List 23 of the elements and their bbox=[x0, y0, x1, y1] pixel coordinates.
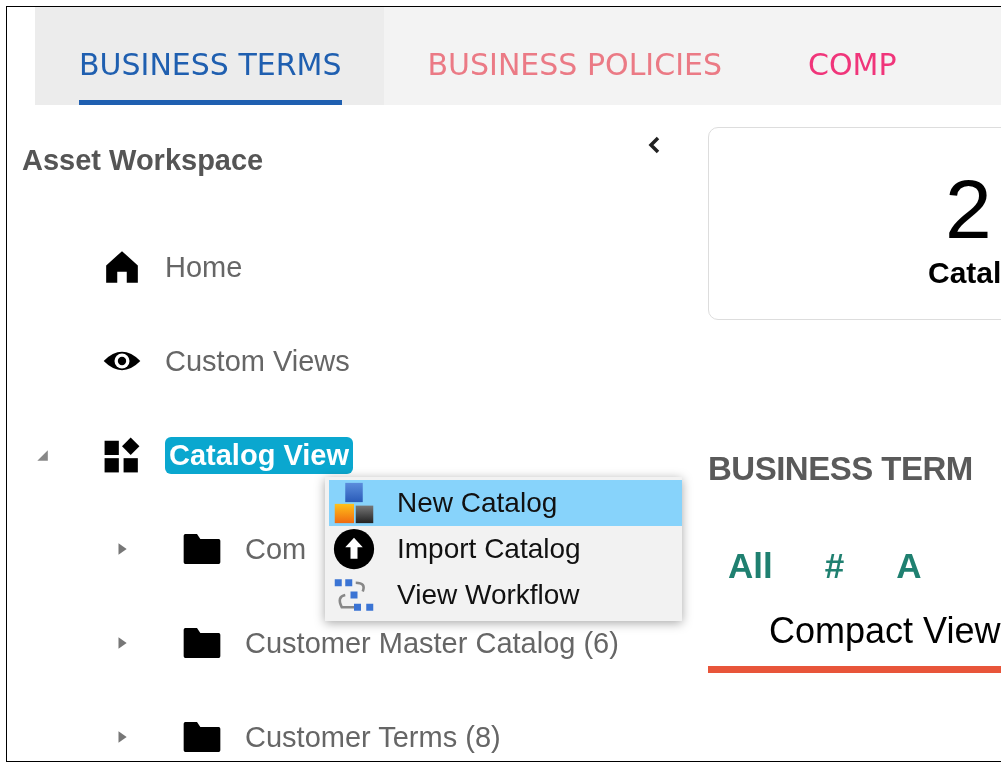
view-tab[interactable]: Compact View bbox=[708, 610, 1001, 673]
colored-blocks-icon bbox=[333, 482, 375, 524]
widgets-icon bbox=[103, 436, 141, 474]
folder-icon bbox=[182, 532, 222, 566]
upload-circle-icon bbox=[333, 528, 375, 570]
menu-item[interactable]: New Catalog bbox=[329, 480, 682, 526]
collapse-chevron-icon[interactable] bbox=[647, 134, 661, 156]
folder-icon bbox=[182, 626, 222, 660]
tab[interactable]: COMP bbox=[764, 7, 939, 105]
stat-label: Catal bbox=[928, 256, 1001, 290]
tree-item[interactable]: Home bbox=[7, 220, 691, 314]
menu-item[interactable]: View Workflow bbox=[329, 572, 682, 618]
menu-item[interactable]: Import Catalog bbox=[329, 526, 682, 572]
letter-filter-link[interactable]: All bbox=[728, 546, 773, 586]
stat-value: 2 bbox=[945, 162, 992, 256]
tree-item[interactable]: Custom Views bbox=[7, 314, 691, 408]
tab[interactable]: BUSINESS TERMS bbox=[35, 7, 384, 105]
sidebar-title: Asset Workspace bbox=[22, 143, 264, 177]
folder-icon bbox=[182, 720, 222, 754]
letter-filter-link[interactable]: # bbox=[824, 546, 845, 586]
tree-item[interactable]: Customer Terms (8) bbox=[7, 690, 691, 761]
section-title: BUSINESS TERM bbox=[708, 450, 974, 488]
letter-filter-link[interactable]: A bbox=[896, 546, 922, 586]
